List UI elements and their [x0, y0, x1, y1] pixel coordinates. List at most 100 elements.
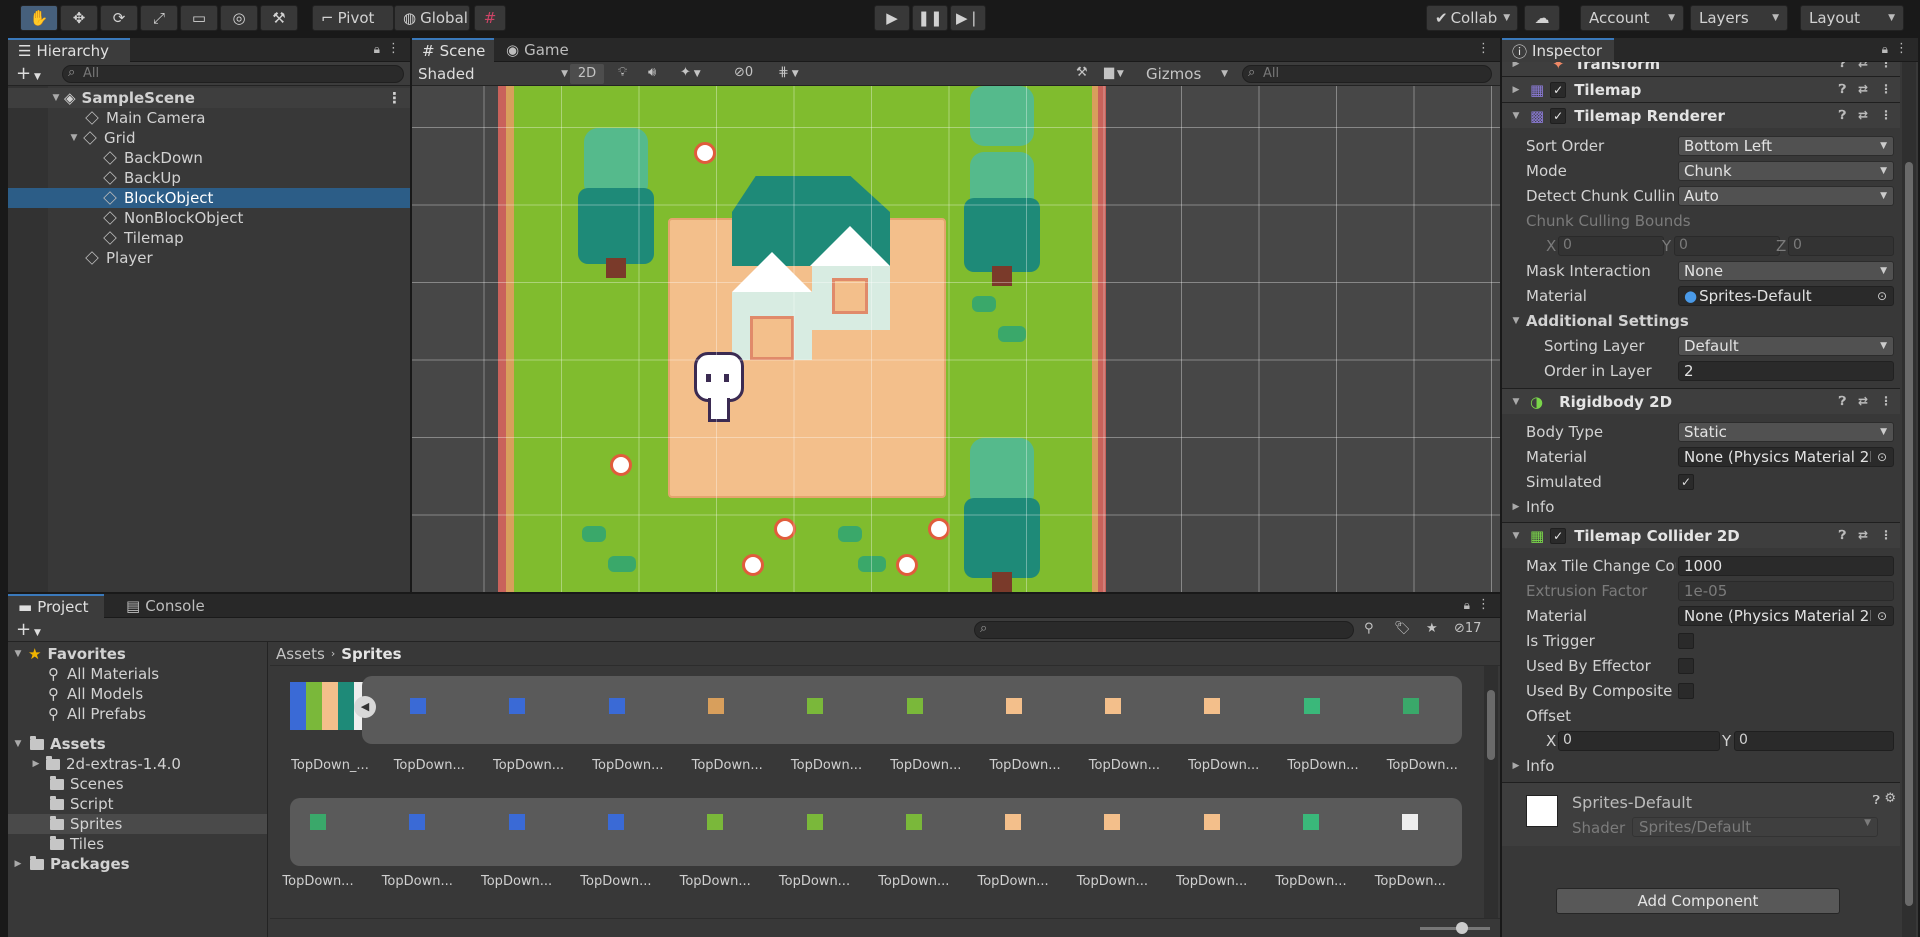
help-icon[interactable]: ❓︎ — [1839, 394, 1846, 409]
preset-icon[interactable]: ⇄ — [1858, 82, 1868, 97]
lock-icon[interactable]: 🔒︎ — [1464, 598, 1470, 613]
sprite-thumbnail[interactable] — [607, 814, 624, 830]
filter-type-icon[interactable]: ⚲ — [1364, 621, 1374, 636]
expand-arrow-icon[interactable]: ▶ — [1510, 502, 1522, 512]
preset-icon[interactable]: ⇄ — [1858, 528, 1868, 543]
cloud-button[interactable]: ☁ — [1524, 5, 1560, 31]
account-dropdown[interactable]: Account ▼ — [1580, 5, 1684, 31]
rect-tool-button[interactable]: ▭ — [180, 5, 218, 31]
tab-project[interactable]: ▬ Project — [8, 594, 104, 618]
offset-y-field[interactable]: 0 — [1734, 731, 1894, 751]
sprite-thumbnail[interactable] — [1203, 814, 1220, 830]
transform-tool-button[interactable]: ◎ — [220, 5, 258, 31]
hidden-packages-counter[interactable]: ⊘17 — [1454, 621, 1481, 636]
kebab-menu-icon[interactable]: ⋮ — [1880, 528, 1892, 543]
lock-icon[interactable]: 🔒︎ — [1882, 42, 1888, 57]
preset-icon[interactable]: ⇄ — [1858, 394, 1868, 409]
expand-arrow-icon[interactable]: ▶ — [1510, 85, 1522, 95]
expand-arrow-icon[interactable]: ▼ — [50, 93, 62, 103]
kebab-menu-icon[interactable]: ⋮ — [387, 41, 400, 56]
expand-arrow-icon[interactable]: ▶ — [30, 759, 42, 769]
collider-info-row[interactable]: ▶ Info — [1502, 754, 1900, 778]
sprite-thumbnail[interactable] — [1105, 698, 1122, 714]
hierarchy-item-main-camera[interactable]: Main Camera — [8, 108, 410, 128]
sorting-layer-dropdown[interactable]: Default ▼ — [1678, 336, 1894, 356]
hierarchy-search[interactable]: All — [62, 65, 404, 83]
tilemap-collider-header[interactable]: ▼ ▦ ✓ Tilemap Collider 2D ❓︎ ⇄ ⋮ — [1502, 522, 1900, 548]
kebab-menu-icon[interactable]: ⋮ — [1880, 82, 1892, 97]
kebab-menu-icon[interactable]: ⋮ — [387, 89, 402, 107]
transform-header[interactable]: ▶ ✦ Transform ❓︎ ⇄ ⋮ — [1502, 62, 1900, 76]
expand-arrow-icon[interactable]: ▼ — [68, 133, 80, 143]
sprite-thumbnail[interactable] — [1204, 698, 1221, 714]
breadcrumb-item[interactable]: Sprites — [341, 645, 401, 663]
offset-x-field[interactable]: 0 — [1558, 731, 1720, 751]
hierarchy-item-player[interactable]: Player — [8, 248, 410, 268]
layout-dropdown[interactable]: Layout ▼ — [1800, 5, 1904, 31]
sprite-thumbnail[interactable] — [1005, 698, 1022, 714]
sprite-thumbnail[interactable] — [807, 698, 824, 714]
hierarchy-item-blockobject[interactable]: BlockObject — [8, 188, 410, 208]
sprite-thumbnail[interactable] — [509, 698, 526, 714]
enabled-checkbox[interactable]: ✓ — [1550, 527, 1567, 544]
tree-assets[interactable]: ▼ Assets — [8, 734, 267, 754]
sprite-thumbnail[interactable] — [508, 814, 525, 830]
lighting-icon[interactable]: 💡︎ — [618, 65, 627, 80]
rb-info-row[interactable]: ▶ Info — [1502, 495, 1900, 519]
help-icon[interactable]: ❓︎ — [1873, 793, 1880, 808]
rigidbody2d-header[interactable]: ▼ ◑ Rigidbody 2D ❓︎ ⇄ ⋮ — [1502, 388, 1900, 414]
effects-icon[interactable]: ✦ ▼ — [680, 65, 701, 80]
layers-dropdown[interactable]: Layers ▼ — [1690, 5, 1788, 31]
pause-button[interactable]: ❚❚ — [912, 5, 948, 31]
enabled-checkbox[interactable]: ✓ — [1550, 107, 1567, 124]
help-icon[interactable]: ❓︎ — [1839, 108, 1846, 123]
kebab-menu-icon[interactable]: ⋮ — [1477, 41, 1490, 56]
project-search[interactable] — [974, 621, 1354, 639]
is-trigger-checkbox[interactable] — [1678, 633, 1694, 649]
expand-arrow-icon[interactable]: ▼ — [12, 649, 24, 659]
hierarchy-item-tilemap[interactable]: Tilemap — [8, 228, 410, 248]
expand-arrow-icon[interactable]: ▼ — [1510, 316, 1522, 326]
hidden-objects-counter[interactable]: ⊘0 — [734, 65, 753, 80]
object-picker-icon[interactable]: ⊙ — [1877, 609, 1887, 623]
tree-fav-all-models[interactable]: ⚲ All Models — [8, 684, 267, 704]
help-icon[interactable]: ❓︎ — [1839, 82, 1846, 97]
shading-mode-dropdown[interactable]: Shaded ▼ — [418, 64, 568, 84]
detect-culling-dropdown[interactable]: Auto ▼ — [1678, 186, 1894, 206]
preset-icon[interactable]: ⇄ — [1858, 108, 1868, 123]
kebab-menu-icon[interactable]: ⋮ — [1880, 394, 1892, 409]
vertical-scrollbar[interactable] — [1484, 666, 1498, 918]
inspector-scrollbar[interactable] — [1902, 62, 1916, 937]
sprite-thumbnail[interactable] — [806, 814, 823, 830]
tilemap-header[interactable]: ▶ ▦ ✓ Tilemap ❓︎ ⇄ ⋮ — [1502, 76, 1900, 102]
expand-arrow-icon[interactable]: ▼ — [1510, 397, 1522, 407]
tilemap-renderer-header[interactable]: ▼ ▩ ✓ Tilemap Renderer ❓︎ ⇄ ⋮ — [1502, 102, 1900, 128]
additional-settings-row[interactable]: ▼ Additional Settings — [1502, 309, 1900, 333]
tools-icon[interactable]: ⚒ — [1076, 65, 1088, 80]
icon-size-slider[interactable] — [1420, 922, 1490, 934]
object-picker-icon[interactable]: ⊙ — [1877, 289, 1887, 303]
gear-icon[interactable]: ⚙ — [1884, 791, 1896, 806]
tab-game[interactable]: ◉ Game — [496, 38, 576, 62]
audio-icon[interactable]: 🔊︎ — [648, 65, 656, 80]
tree-folder-2d-extras[interactable]: ▶ 2d-extras-1.4.0 — [8, 754, 267, 774]
sprite-thumbnail[interactable] — [1403, 698, 1419, 714]
order-in-layer-field[interactable]: 2 — [1678, 361, 1894, 381]
kebab-menu-icon[interactable]: ⋮ — [1880, 108, 1892, 123]
rb-material-object-field[interactable]: None (Physics Material 2D) ⊙ — [1678, 447, 1894, 467]
add-component-button[interactable]: Add Component — [1556, 888, 1840, 914]
collapse-sprites-button[interactable]: ◀ — [354, 696, 376, 718]
custom-tool-button[interactable]: ⚒ — [260, 5, 298, 31]
tab-inspector[interactable]: ⓘ Inspector — [1502, 38, 1614, 62]
tab-hierarchy[interactable]: ☰ Hierarchy — [8, 38, 130, 62]
hierarchy-item-grid[interactable]: ▼ Grid — [8, 128, 410, 148]
sprite-thumbnail[interactable] — [1104, 814, 1121, 830]
breadcrumb-item[interactable]: Assets — [276, 645, 325, 663]
sprite-thumbnail[interactable] — [1303, 814, 1319, 830]
tab-scene[interactable]: # Scene — [412, 38, 494, 62]
used-by-effector-checkbox[interactable] — [1678, 658, 1694, 674]
expand-arrow-icon[interactable]: ▶ — [1510, 761, 1522, 771]
sprite-thumbnail[interactable] — [1303, 698, 1320, 714]
kebab-menu-icon[interactable]: ⋮ — [1880, 62, 1892, 71]
sprite-thumbnail[interactable] — [906, 698, 923, 714]
